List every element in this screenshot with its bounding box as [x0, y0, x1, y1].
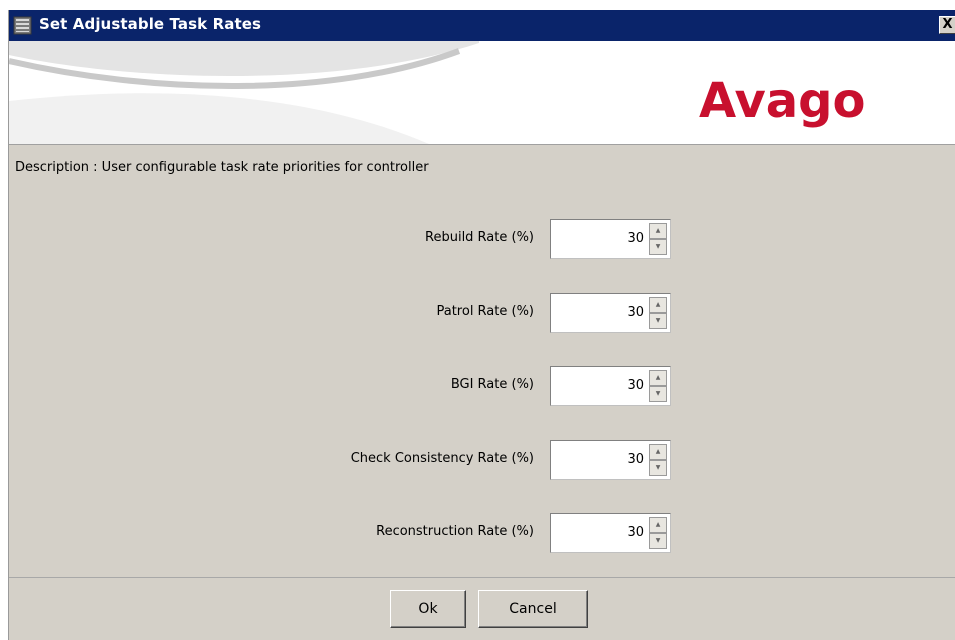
rate-label: Rebuild Rate (%): [425, 230, 534, 245]
close-button[interactable]: X: [939, 16, 955, 34]
window-title: Set Adjustable Task Rates: [39, 15, 262, 33]
rate-label: Patrol Rate (%): [436, 304, 534, 319]
rebuild-rate-spinner[interactable]: 30 ▲ ▼: [550, 219, 671, 259]
patrol-rate-spinner[interactable]: 30 ▲ ▼: [550, 293, 671, 333]
title-bar[interactable]: Set Adjustable Task Rates X: [9, 10, 955, 41]
ok-button[interactable]: Ok: [390, 590, 466, 628]
reconstruction-rate-spinner[interactable]: 30 ▲ ▼: [550, 513, 671, 553]
rate-label: Reconstruction Rate (%): [376, 524, 534, 539]
spinner-value[interactable]: 30: [627, 305, 644, 320]
arrow-up-icon[interactable]: ▲: [649, 444, 667, 460]
spinner-value[interactable]: 30: [627, 231, 644, 246]
footer-divider: [9, 577, 955, 578]
arrow-up-icon[interactable]: ▲: [649, 517, 667, 533]
rate-row-bgi: BGI Rate (%) 30 ▲ ▼: [9, 366, 955, 406]
spinner-value[interactable]: 30: [627, 452, 644, 467]
arrow-down-icon[interactable]: ▼: [649, 460, 667, 476]
arrow-up-icon[interactable]: ▲: [649, 223, 667, 239]
spinner-value[interactable]: 30: [627, 378, 644, 393]
arrow-up-icon[interactable]: ▲: [649, 297, 667, 313]
arrow-down-icon[interactable]: ▼: [649, 313, 667, 329]
server-icon: [13, 16, 33, 35]
rate-row-rebuild: Rebuild Rate (%) 30 ▲ ▼: [9, 219, 955, 259]
rate-row-check-consistency: Check Consistency Rate (%) 30 ▲ ▼: [9, 440, 955, 480]
dialog-window: Set Adjustable Task Rates X Avago Descri…: [8, 10, 955, 640]
rate-label: BGI Rate (%): [450, 377, 534, 392]
header-banner: Avago: [9, 41, 955, 145]
check-consistency-rate-spinner[interactable]: 30 ▲ ▼: [550, 440, 671, 480]
cancel-button[interactable]: Cancel: [478, 590, 588, 628]
spinner-value[interactable]: 30: [627, 525, 644, 540]
rate-row-reconstruction: Reconstruction Rate (%) 30 ▲ ▼: [9, 513, 955, 553]
rate-row-patrol: Patrol Rate (%) 30 ▲ ▼: [9, 293, 955, 333]
arrow-down-icon[interactable]: ▼: [649, 239, 667, 255]
arrow-down-icon[interactable]: ▼: [649, 533, 667, 549]
arrow-down-icon[interactable]: ▼: [649, 386, 667, 402]
bgi-rate-spinner[interactable]: 30 ▲ ▼: [550, 366, 671, 406]
arrow-up-icon[interactable]: ▲: [649, 370, 667, 386]
rate-label: Check Consistency Rate (%): [350, 451, 534, 466]
description-text: Description : User configurable task rat…: [15, 160, 429, 175]
avago-logo: Avago: [699, 73, 866, 129]
